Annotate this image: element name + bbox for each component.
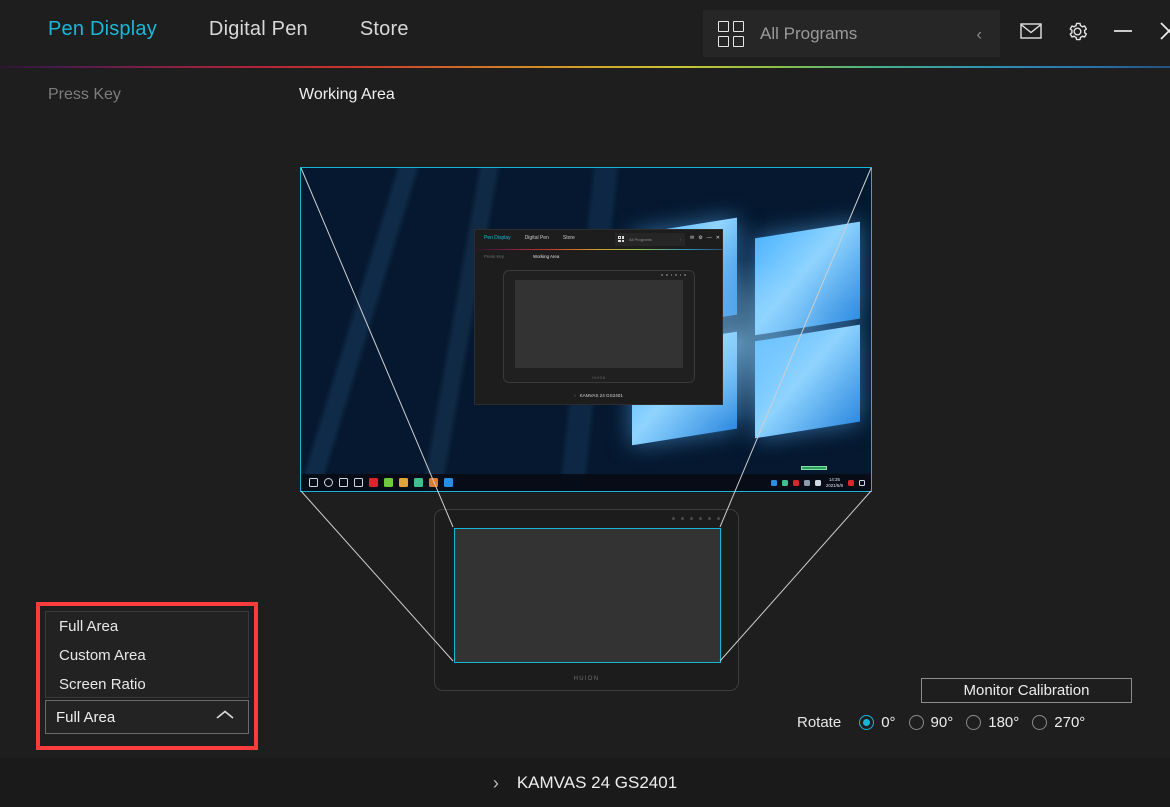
- tab-press-key[interactable]: Press Key: [48, 86, 121, 104]
- action-center-icon: [859, 479, 865, 486]
- radio-icon-90[interactable]: [908, 715, 924, 730]
- app-icon-green: [384, 478, 393, 487]
- tablet-press-keys: [672, 517, 720, 520]
- inner-all-programs-label: All Programs: [629, 237, 652, 242]
- rotate-option-180[interactable]: 180°: [966, 714, 1019, 731]
- monitor-calibration-button[interactable]: Monitor Calibration: [921, 678, 1132, 703]
- chevron-right-icon[interactable]: ›: [493, 774, 499, 792]
- rotate-label: Rotate: [797, 714, 842, 731]
- inner-window-controls: ✉ ⚙ — ✕: [690, 236, 720, 241]
- inner-all-programs: All Programs ‹: [615, 233, 685, 246]
- all-programs-label: All Programs: [760, 23, 858, 43]
- inner-mail-icon: ✉: [690, 235, 695, 241]
- app-icon-orange: [429, 478, 438, 487]
- inner-footer: › KAMVAS 24 GS2401: [475, 386, 722, 404]
- taskbar-progress-indicator: [801, 466, 827, 470]
- taskbar-left-icons: [309, 478, 453, 487]
- working-area-mode-dropdown[interactable]: Full Area Custom Area Screen Ratio Full …: [36, 602, 258, 750]
- tablet-device-preview[interactable]: HUION: [434, 509, 739, 691]
- inner-nav-tab-pen-display: Pen Display: [484, 235, 511, 241]
- dropdown-selected-value[interactable]: Full Area: [45, 700, 249, 734]
- window-controls: [1018, 18, 1170, 44]
- tray-icon-light: [814, 479, 821, 486]
- dropdown-options-list[interactable]: Full Area Custom Area Screen Ratio: [45, 611, 249, 698]
- rotate-option-90-label: 90°: [930, 714, 954, 731]
- nav-tab-store[interactable]: Store: [360, 18, 409, 41]
- inner-title-bar: Pen Display Digital Pen Store All Progra…: [475, 230, 722, 249]
- chevron-left-icon[interactable]: ‹: [976, 25, 982, 42]
- title-bar: Pen Display Digital Pen Store All Progra…: [0, 0, 1170, 66]
- all-programs-selector[interactable]: All Programs ‹: [703, 10, 1000, 57]
- app-icon-red: [369, 478, 378, 487]
- device-footer-bar[interactable]: › KAMVAS 24 GS2401: [0, 758, 1170, 807]
- explorer-icon: [354, 478, 363, 487]
- tray-icon-blue: [770, 479, 777, 486]
- inner-nav-tab-digital-pen: Digital Pen: [524, 235, 549, 241]
- tray-icon-red: [792, 479, 799, 486]
- taskbar-clock: 14:35 2021/5/8: [826, 477, 843, 488]
- start-icon: [309, 478, 318, 487]
- rotate-option-90[interactable]: 90°: [908, 714, 954, 731]
- app-icon-active-blue: [444, 478, 453, 487]
- radio-icon-0[interactable]: [859, 715, 875, 730]
- inner-grid-icon: [618, 236, 625, 243]
- mail-icon[interactable]: [1018, 18, 1044, 44]
- rotate-option-0-label: 0°: [881, 714, 896, 731]
- clock-date: 2021/5/8: [825, 482, 843, 488]
- tablet-brand-logo: HUION: [573, 676, 600, 682]
- inner-app-window: Pen Display Digital Pen Store All Progra…: [474, 229, 723, 405]
- taskbar-system-tray: 14:35 2021/5/8: [770, 477, 865, 488]
- inner-chevron-right-icon: ›: [574, 392, 576, 398]
- inner-chevron-left-icon: ‹: [679, 237, 681, 242]
- app-icon-teal: [414, 478, 423, 487]
- rainbow-divider: [0, 66, 1170, 68]
- section-tabs: Press Key Working Area: [0, 86, 1170, 116]
- inner-tablet-screen: [515, 280, 683, 368]
- inner-tab-press-key: Press Key: [484, 254, 505, 259]
- tray-icon-gray: [803, 479, 810, 486]
- inner-minimize-icon: —: [706, 235, 712, 241]
- inner-tab-working-area: Working Area: [533, 254, 560, 259]
- nav-tab-pen-display[interactable]: Pen Display: [48, 18, 157, 41]
- inner-device-name: KAMVAS 24 GS2401: [579, 392, 623, 398]
- search-icon: [324, 478, 333, 487]
- dropdown-option-screen-ratio[interactable]: Screen Ratio: [46, 670, 248, 699]
- rotate-option-0[interactable]: 0°: [859, 714, 896, 731]
- inner-tablet-logo: HUION: [592, 376, 606, 380]
- dropdown-option-custom-area[interactable]: Custom Area: [46, 641, 248, 670]
- footer-device-name: KAMVAS 24 GS2401: [516, 772, 678, 792]
- inner-nav-tabs: Pen Display Digital Pen Store: [484, 235, 575, 241]
- settings-gear-icon[interactable]: [1064, 18, 1090, 44]
- rotate-option-270-label: 270°: [1054, 714, 1086, 731]
- inner-tablet-graphic: HUION: [503, 270, 695, 383]
- rotate-option-180-label: 180°: [988, 714, 1020, 731]
- inner-section-tabs: Press Key Working Area: [475, 250, 722, 264]
- inner-gear-icon: ⚙: [698, 235, 703, 241]
- main-nav-tabs: Pen Display Digital Pen Store: [48, 18, 409, 41]
- tray-icon-teal: [781, 479, 788, 486]
- monitor-preview[interactable]: Pen Display Digital Pen Store All Progra…: [300, 167, 872, 492]
- radio-icon-180[interactable]: [966, 715, 982, 730]
- task-view-icon: [339, 478, 348, 487]
- grid-icon: [718, 20, 744, 47]
- tablet-working-area[interactable]: [454, 528, 721, 663]
- dropdown-option-full-area[interactable]: Full Area: [46, 612, 248, 641]
- desktop-taskbar: 14:35 2021/5/8: [301, 466, 871, 491]
- rotate-option-270[interactable]: 270°: [1032, 714, 1085, 731]
- dropdown-selected-label: Full Area: [56, 708, 116, 726]
- close-icon[interactable]: [1156, 18, 1170, 44]
- nav-tab-digital-pen[interactable]: Digital Pen: [209, 18, 308, 41]
- minimize-icon[interactable]: [1110, 18, 1136, 44]
- inner-nav-tab-store: Store: [562, 235, 575, 241]
- tray-icon-notify: [848, 479, 854, 486]
- tab-working-area[interactable]: Working Area: [299, 86, 395, 104]
- radio-icon-270[interactable]: [1032, 715, 1048, 730]
- inner-tablet-dots: [661, 274, 686, 276]
- rotate-controls: Rotate 0° 90° 180° 270°: [797, 714, 1098, 731]
- huion-tablet-settings-window: Pen Display Digital Pen Store All Progra…: [0, 0, 1170, 807]
- inner-close-icon: ✕: [715, 235, 720, 241]
- app-icon-folder: [399, 478, 408, 487]
- chevron-up-icon[interactable]: [214, 708, 236, 726]
